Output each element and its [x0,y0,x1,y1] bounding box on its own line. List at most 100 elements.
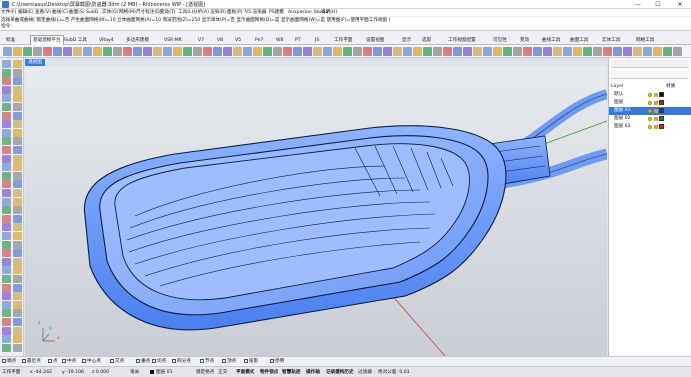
toolbar-icon[interactable] [193,47,202,56]
tool-icon[interactable] [2,257,11,266]
osnap-toggle[interactable]: 停用 [270,358,284,366]
toolbar-tab[interactable]: 显示 [400,36,413,45]
toolbar-icon[interactable] [433,47,442,56]
toolbar-icon[interactable] [513,47,522,56]
menu-item[interactable]: SubD [86,9,98,16]
tool-icon[interactable] [2,223,11,232]
toolbar-icon[interactable] [133,47,142,56]
osnap-toggle[interactable]: 四分点 [172,358,191,366]
status-toggle[interactable]: 智慧轨迹 [282,368,300,377]
toolbar-icon[interactable] [403,47,412,56]
lock-icon[interactable] [654,93,658,97]
tool-icon[interactable] [13,240,22,249]
toolbar-icon[interactable] [153,47,162,56]
layer-color-swatch[interactable] [659,124,664,129]
toolbar-icon[interactable] [333,47,342,56]
tool-icon[interactable] [2,111,11,120]
toolbar-tab[interactable]: 基础建模平台 [30,35,64,45]
toolbar-icon[interactable] [603,47,612,56]
toolbar-icon[interactable] [313,47,322,56]
toolbar-icon[interactable] [443,47,452,56]
visibility-bulb-icon[interactable] [648,109,652,113]
tool-icon[interactable] [2,275,11,283]
osnap-toggle[interactable]: 节点 [200,358,214,366]
menu-item[interactable]: 查看(V) [35,9,51,16]
osnap-toggle[interactable]: 交点 [110,358,124,366]
toolbar-icon[interactable] [43,47,52,56]
toolbar-tab[interactable]: SubD 工具 [62,36,89,45]
osnap-checkbox[interactable] [62,358,66,363]
osnap-checkbox[interactable] [110,358,114,363]
toolbar-icon[interactable] [243,47,252,56]
osnap-toggle[interactable]: 垂点 [136,358,150,366]
toolbar-icon[interactable] [673,47,682,56]
toolbar-icon[interactable] [613,47,622,56]
tool-icon[interactable] [13,189,22,197]
tool-icon[interactable] [13,94,22,103]
maximize-button[interactable]: ☐ [648,0,668,9]
status-toggle[interactable]: 锁定格点 [196,368,214,377]
tool-icon[interactable] [13,180,22,189]
toolbar-icon[interactable] [463,47,472,56]
toolbar-icon[interactable] [223,47,232,56]
layer-row[interactable]: 图层 03 [609,123,691,131]
command-prompt[interactable]: 指令: [0,23,691,31]
osnap-checkbox[interactable] [136,358,140,363]
tool-icon[interactable] [2,343,11,352]
osnap-checkbox[interactable] [270,358,274,363]
menu-item[interactable]: 网格(M) [119,9,136,16]
toolbar-icon[interactable] [163,47,172,56]
toolbar-tab[interactable]: 可见性 [491,36,509,45]
toolbar-icon[interactable] [353,47,362,56]
toolbar-icon[interactable] [453,47,462,56]
lock-icon[interactable] [654,125,658,129]
tool-icon[interactable] [2,292,11,301]
toolbar-tab[interactable]: 曲面工具 [568,36,590,45]
toolbar-icon[interactable] [523,47,532,56]
tool-icon[interactable] [2,68,11,77]
toolbar-icon[interactable] [373,47,382,56]
tool-icon[interactable] [2,60,11,68]
menu-item[interactable]: 编辑(E) [18,9,34,16]
status-toggle[interactable]: 记录建构历史 [326,368,354,377]
tool-icon[interactable] [2,163,11,172]
status-toggle[interactable]: 正交 [218,368,227,377]
tool-icon[interactable] [13,85,22,94]
toolbar-tab[interactable]: V8 [215,36,225,45]
toolbar-icon[interactable] [73,47,82,56]
layer-color-swatch[interactable] [659,116,664,121]
tool-icon[interactable] [2,318,11,326]
tool-icon[interactable] [2,85,11,94]
osnap-checkbox[interactable] [172,358,176,363]
toolbar-icon[interactable] [103,47,112,56]
layer-color-swatch[interactable] [659,100,664,105]
tool-icon[interactable] [2,335,11,344]
tool-icon[interactable] [13,318,22,326]
toolbar-icon[interactable] [653,47,662,56]
osnap-checkbox[interactable] [152,358,156,363]
menu-item[interactable]: V5.渲染器 [245,9,266,16]
toolbar-icon[interactable] [383,47,392,56]
menu-item[interactable]: PS建模 [269,9,284,16]
tool-icon[interactable] [13,60,22,68]
tool-icon[interactable] [2,283,11,292]
layer-row[interactable]: 图层 [609,99,691,107]
menu-item[interactable]: 分析(A) [193,9,209,16]
tool-icon[interactable] [2,154,11,163]
toolbar-icon[interactable] [393,47,402,56]
lock-icon[interactable] [654,101,658,105]
status-layer[interactable]: 图层 01 [156,368,173,377]
toolbar-tab[interactable]: VRay4 [97,36,116,45]
toolbar-tab[interactable]: VSR-MR [162,36,184,45]
toolbar-icon[interactable] [113,47,122,56]
menu-item[interactable]: 文件(F) [1,9,16,16]
toolbar-icon[interactable] [213,47,222,56]
toolbar-icon[interactable] [173,47,182,56]
toolbar-icon[interactable] [583,47,592,56]
lock-icon[interactable] [654,117,658,121]
toolbar-icon[interactable] [63,47,72,56]
tool-icon[interactable] [13,197,22,206]
tool-icon[interactable] [13,68,22,77]
layer-row[interactable]: 默认 [609,91,691,99]
tool-icon[interactable] [13,154,22,163]
